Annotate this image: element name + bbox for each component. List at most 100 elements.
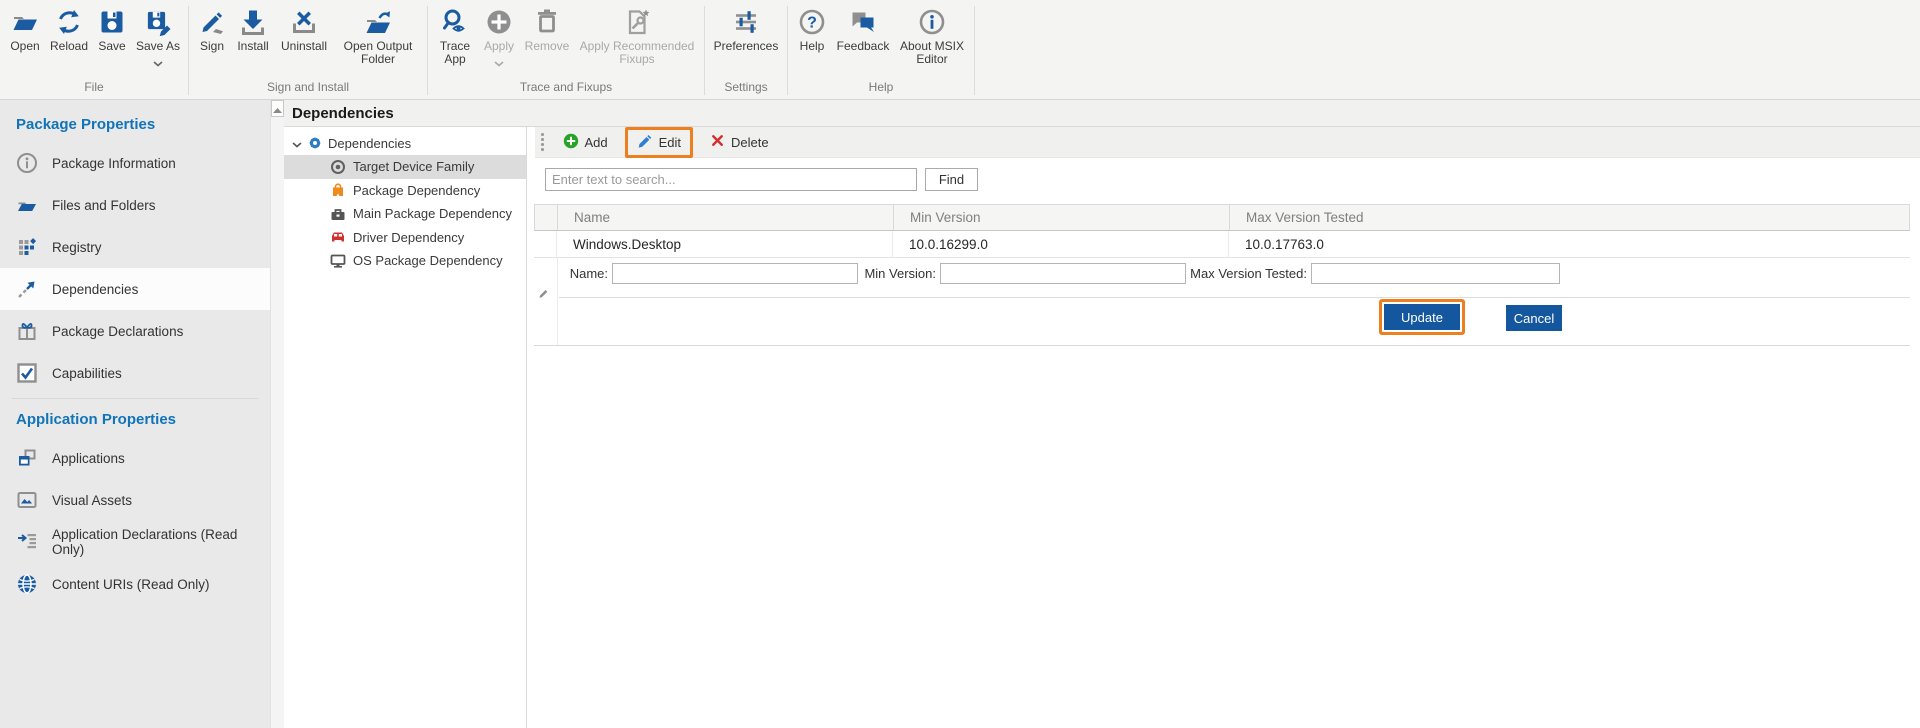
delete-button[interactable]: Delete: [701, 130, 778, 154]
preferences-sliders-icon: [732, 5, 760, 38]
sidebar: Package Properties Package Information F…: [0, 100, 270, 728]
max-version-tested-field-label: Max Version Tested:: [1176, 263, 1307, 284]
folder-icon: [16, 194, 38, 216]
update-button-highlight: Update: [1379, 299, 1465, 335]
update-button[interactable]: Update: [1384, 304, 1460, 330]
dependencies-detail-pane: Add Edit Delete Find: [528, 127, 1920, 728]
table-header-indicator: [535, 205, 558, 230]
save-as-label: Save As: [136, 40, 180, 53]
about-msix-editor-label: About MSIX Editor: [897, 40, 967, 66]
monitor-icon: [330, 253, 346, 269]
reload-label: Reload: [50, 40, 88, 53]
name-field[interactable]: [612, 263, 858, 284]
search-input[interactable]: [545, 168, 917, 191]
uninstall-button[interactable]: Uninstall: [276, 3, 332, 53]
preferences-button[interactable]: Preferences: [710, 3, 782, 53]
about-msix-editor-button[interactable]: About MSIX Editor: [895, 3, 969, 66]
sidebar-item-label: Dependencies: [52, 282, 138, 297]
ribbon-group-label-file: File: [5, 77, 183, 98]
sidebar-item-content-uris[interactable]: Content URIs (Read Only): [0, 563, 270, 605]
registry-icon: [16, 236, 38, 258]
table-row-indicator: [534, 231, 557, 257]
sidebar-item-label: Files and Folders: [52, 198, 156, 213]
sidebar-item-dependencies[interactable]: Dependencies: [0, 268, 270, 310]
apply-recommended-fixups-button[interactable]: Apply Recommended Fixups: [575, 3, 699, 66]
ribbon-group-label-help: Help: [793, 77, 969, 98]
save-as-button[interactable]: Save As: [133, 3, 183, 70]
sidebar-item-package-declarations[interactable]: Package Declarations: [0, 310, 270, 352]
tree-item-label: Driver Dependency: [353, 230, 464, 245]
help-icon: ?: [798, 5, 826, 38]
tree-item-target-device-family[interactable]: Target Device Family: [284, 155, 526, 179]
table-row[interactable]: Windows.Desktop 10.0.16299.0 10.0.17763.…: [534, 231, 1910, 258]
table-cell-min-version: 10.0.16299.0: [893, 231, 1229, 257]
remove-button[interactable]: Remove: [521, 3, 573, 53]
edit-button[interactable]: Edit: [628, 130, 690, 155]
package-bag-icon: [330, 182, 346, 198]
tree-item-os-package-dependency[interactable]: OS Package Dependency: [284, 249, 526, 273]
save-as-icon: [144, 5, 172, 38]
sidebar-heading-package-properties: Package Properties: [0, 100, 270, 142]
table-header-name[interactable]: Name: [558, 205, 894, 230]
sidebar-item-label: Application Declarations (Read Only): [52, 527, 270, 557]
ribbon-group-settings: Preferences Settings: [705, 0, 787, 99]
sidebar-scrollbar[interactable]: [270, 100, 284, 728]
open-folder-icon: [11, 5, 39, 38]
trace-app-button[interactable]: Trace App: [433, 3, 477, 66]
max-version-tested-field[interactable]: [1311, 263, 1560, 284]
svg-text:?: ?: [807, 14, 817, 31]
sidebar-item-applications[interactable]: Applications: [0, 437, 270, 479]
tree-item-package-dependency[interactable]: Package Dependency: [284, 179, 526, 203]
table-header-max-version-tested[interactable]: Max Version Tested: [1230, 205, 1909, 230]
min-version-field[interactable]: [940, 263, 1186, 284]
ribbon-group-help: ? Help Feedback About MSIX Editor: [788, 0, 974, 99]
tree-item-main-package-dependency[interactable]: Main Package Dependency: [284, 202, 526, 226]
sign-button[interactable]: Sign: [194, 3, 230, 53]
sidebar-item-visual-assets[interactable]: Visual Assets: [0, 479, 270, 521]
tree-item-driver-dependency[interactable]: Driver Dependency: [284, 226, 526, 250]
sidebar-item-files-and-folders[interactable]: Files and Folders: [0, 184, 270, 226]
apply-button[interactable]: Apply: [479, 3, 519, 70]
sidebar-item-label: Package Declarations: [52, 324, 183, 339]
table-cell-max-version-tested: 10.0.17763.0: [1229, 231, 1910, 257]
tree-root-dependencies[interactable]: Dependencies: [284, 131, 526, 155]
image-icon: [16, 489, 38, 511]
help-button[interactable]: ? Help: [793, 3, 831, 53]
target-icon: [330, 159, 346, 175]
reload-button[interactable]: Reload: [47, 3, 91, 53]
install-button[interactable]: Install: [232, 3, 274, 53]
name-field-label: Name:: [562, 263, 608, 284]
info-circle-icon: [16, 152, 38, 174]
open-button[interactable]: Open: [5, 3, 45, 53]
sidebar-item-package-information[interactable]: Package Information: [0, 142, 270, 184]
table-cell-name: Windows.Desktop: [557, 231, 893, 257]
page-title: Dependencies: [292, 105, 394, 122]
find-button[interactable]: Find: [925, 168, 978, 191]
save-label: Save: [98, 40, 125, 53]
tree-expander-chevron-icon[interactable]: [292, 136, 302, 151]
dependency-arrow-icon: [16, 278, 38, 300]
ribbon-group-separator: [974, 6, 975, 95]
ribbon-group-file: Open Reload Save: [0, 0, 188, 99]
trace-app-label: Trace App: [435, 40, 475, 66]
sidebar-item-label: Package Information: [52, 156, 176, 171]
cancel-button[interactable]: Cancel: [1506, 305, 1562, 331]
save-button[interactable]: Save: [93, 3, 131, 53]
apply-label: Apply: [484, 40, 514, 53]
remove-label: Remove: [525, 40, 570, 53]
table-header-min-version[interactable]: Min Version: [894, 205, 1230, 230]
sidebar-item-registry[interactable]: Registry: [0, 226, 270, 268]
tree-item-label: Main Package Dependency: [353, 206, 512, 221]
toolbox-icon: [330, 206, 346, 222]
tree-item-label: Target Device Family: [353, 159, 474, 174]
toolbar-drag-handle[interactable]: [541, 133, 544, 151]
feedback-button[interactable]: Feedback: [833, 3, 893, 53]
chevron-down-icon: [494, 55, 504, 70]
add-button[interactable]: Add: [554, 130, 617, 155]
dependencies-table: Name Min Version Max Version Tested Wind…: [534, 204, 1910, 258]
delete-label: Delete: [731, 135, 769, 150]
sidebar-item-application-declarations[interactable]: Application Declarations (Read Only): [0, 521, 270, 563]
sidebar-item-capabilities[interactable]: Capabilities: [0, 352, 270, 394]
open-output-folder-button[interactable]: Open Output Folder: [334, 3, 422, 66]
scroll-up-button[interactable]: [271, 100, 284, 117]
